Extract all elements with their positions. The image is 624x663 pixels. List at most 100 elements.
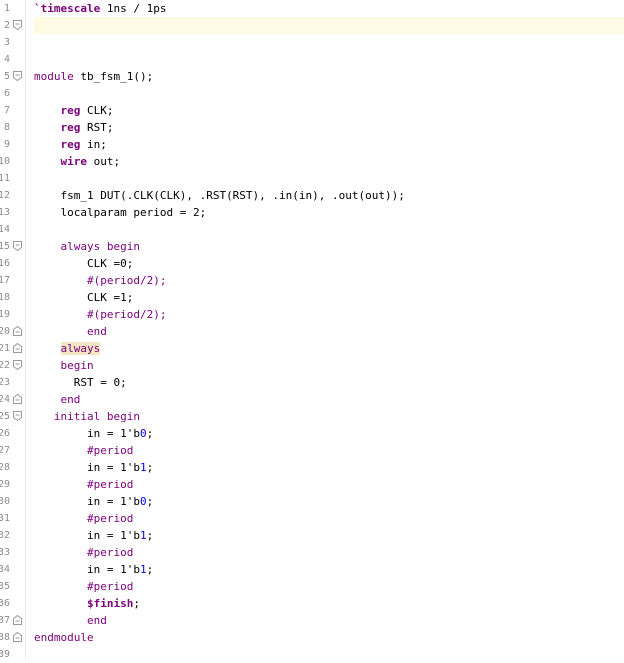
code-text[interactable]: #period	[34, 510, 133, 527]
code-text[interactable]: #(period/2);	[34, 272, 166, 289]
code-text[interactable]: reg in;	[34, 136, 107, 153]
code-line[interactable]: 37 end	[0, 612, 624, 629]
code-line[interactable]: 1 `timescale 1ns / 1ps	[0, 0, 624, 17]
code-line[interactable]: 10 wire out;	[0, 153, 624, 170]
code-text[interactable]: `timescale 1ns / 1ps	[34, 0, 166, 17]
code-text[interactable]: $finish;	[34, 595, 140, 612]
code-text[interactable]: always begin	[34, 238, 141, 255]
fold-end-icon[interactable]	[13, 615, 22, 625]
code-text[interactable]: in = 1'b1;	[34, 527, 153, 544]
code-line[interactable]: 16 CLK =0;	[0, 255, 624, 272]
code-token: in = 1'b	[86, 563, 140, 576]
fold-collapse-icon[interactable]	[13, 71, 22, 81]
code-line[interactable]: 26 in = 1'b0;	[0, 425, 624, 442]
fold-collapse-icon[interactable]	[13, 20, 22, 30]
code-line[interactable]: 20 end	[0, 323, 624, 340]
code-line[interactable]: 34 in = 1'b1;	[0, 561, 624, 578]
code-text[interactable]: reg RST;	[34, 119, 114, 136]
code-line[interactable]: 8 reg RST;	[0, 119, 624, 136]
code-line[interactable]: 27 #period	[0, 442, 624, 459]
code-line[interactable]: 18 CLK =1;	[0, 289, 624, 306]
code-line[interactable]: 28 in = 1'b1;	[0, 459, 624, 476]
fold-end-icon[interactable]	[13, 326, 22, 336]
code-line[interactable]: 23 RST = 0;	[0, 374, 624, 391]
code-line[interactable]: 14	[0, 221, 624, 238]
code-text[interactable]: end	[34, 323, 107, 340]
code-line[interactable]: 39	[0, 646, 624, 663]
code-text[interactable]: end	[34, 612, 107, 629]
code-text[interactable]: always	[34, 340, 101, 357]
line-number: 3	[3, 37, 10, 48]
code-editor[interactable]: 1 `timescale 1ns / 1ps 2 3 4 5 module tb_fsm_1…	[0, 0, 624, 660]
code-line[interactable]: 4	[0, 51, 624, 68]
code-line[interactable]: 6	[0, 85, 624, 102]
code-text[interactable]: in = 1'b1;	[34, 561, 153, 578]
code-line[interactable]: 25 initial begin	[0, 408, 624, 425]
code-line[interactable]: 29 #period	[0, 476, 624, 493]
code-token: RST = 0;	[73, 376, 127, 389]
code-line[interactable]: 33 #period	[0, 544, 624, 561]
code-line[interactable]: 19 #(period/2);	[0, 306, 624, 323]
line-number: 37	[0, 615, 10, 626]
code-text[interactable]: #(period/2);	[34, 306, 166, 323]
fold-collapse-icon[interactable]	[13, 360, 22, 370]
keyword-token: wire	[60, 155, 88, 168]
code-line[interactable]: 9 reg in;	[0, 136, 624, 153]
code-text[interactable]: #period	[34, 578, 133, 595]
code-line[interactable]: 3	[0, 34, 624, 51]
fold-end-icon[interactable]	[13, 394, 22, 404]
code-line[interactable]: 22 begin	[0, 357, 624, 374]
code-line[interactable]: 7 reg CLK;	[0, 102, 624, 119]
code-line[interactable]: 21 always	[0, 340, 624, 357]
code-text[interactable]: #period	[34, 442, 133, 459]
code-text[interactable]: RST = 0;	[34, 374, 127, 391]
code-text[interactable]: endmodule	[34, 629, 94, 646]
code-line[interactable]: 11	[0, 170, 624, 187]
code-line[interactable]: 31 #period	[0, 510, 624, 527]
fold-collapse-icon[interactable]	[13, 241, 22, 251]
code-text[interactable]: end	[34, 391, 81, 408]
code-line[interactable]: 38 endmodule	[0, 629, 624, 646]
code-text[interactable]: in = 1'b1;	[34, 459, 153, 476]
code-text[interactable]: CLK =1;	[34, 289, 133, 306]
code-text[interactable]: CLK =0;	[34, 255, 133, 272]
code-token: ;	[146, 427, 154, 440]
code-text[interactable]: fsm_1 DUT(.CLK(CLK), .RST(RST), .in(in),…	[34, 187, 405, 204]
code-text[interactable]: #period	[34, 476, 133, 493]
code-text[interactable]: localparam period = 2;	[34, 204, 207, 221]
code-line[interactable]: 17 #(period/2);	[0, 272, 624, 289]
code-text[interactable]: in = 1'b0;	[34, 493, 153, 510]
fold-collapse-icon[interactable]	[13, 411, 22, 421]
code-text[interactable]: initial begin	[34, 408, 140, 425]
code-text[interactable]: in = 1'b0;	[34, 425, 153, 442]
fold-end-icon[interactable]	[13, 343, 22, 353]
number-token: 1	[139, 529, 147, 542]
code-text[interactable]: module tb_fsm_1();	[34, 68, 153, 85]
code-line[interactable]: 24 end	[0, 391, 624, 408]
code-line[interactable]: 36 $finish;	[0, 595, 624, 612]
fold-end-icon[interactable]	[13, 632, 22, 642]
code-line[interactable]: 15 always begin	[0, 238, 624, 255]
code-text[interactable]: wire out;	[34, 153, 121, 170]
code-text[interactable]: reg CLK;	[34, 102, 114, 119]
code-line[interactable]: 12 fsm_1 DUT(.CLK(CLK), .RST(RST), .in(i…	[0, 187, 624, 204]
code-line[interactable]: 30 in = 1'b0;	[0, 493, 624, 510]
code-line[interactable]: 13 localparam period = 2;	[0, 204, 624, 221]
code-line[interactable]: 32 in = 1'b1;	[0, 527, 624, 544]
code-line[interactable]: 35 #period	[0, 578, 624, 595]
code-line[interactable]: 5 module tb_fsm_1();	[0, 68, 624, 85]
keyword-token: `timescale	[34, 2, 101, 15]
code-text[interactable]: #period	[34, 544, 133, 561]
code-line[interactable]: 2	[0, 17, 624, 34]
code-text[interactable]: begin	[34, 357, 94, 374]
line-number: 31	[0, 513, 10, 524]
